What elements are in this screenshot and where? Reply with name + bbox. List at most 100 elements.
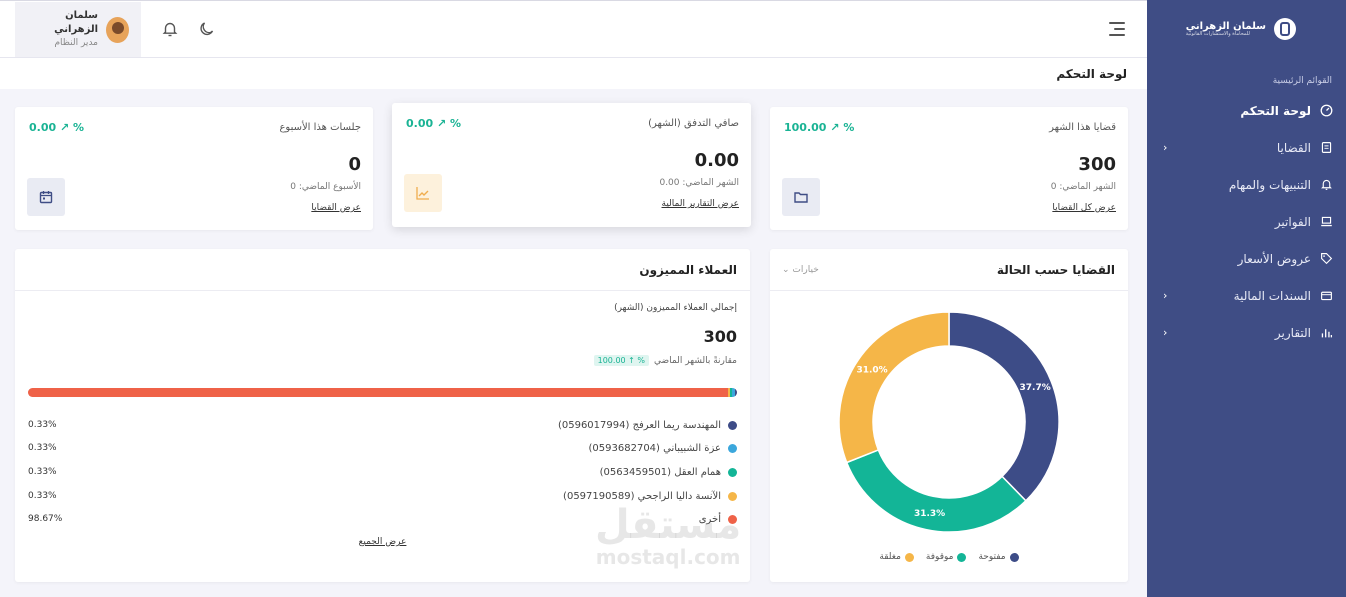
sidebar-item-cases[interactable]: القضايا ‹ (1147, 129, 1346, 166)
main-menu: لوحة التحكم القضايا ‹ التنبيهات والمهام … (1147, 92, 1346, 351)
sidebar-item-label: القضايا (1276, 140, 1311, 155)
progress-segment-0 (734, 388, 737, 397)
sidebar-item-vouchers[interactable]: السندات المالية ‹ (1147, 277, 1346, 314)
client-percent: 0.33% (28, 491, 57, 501)
user-name: سلمان الزهراني (54, 10, 98, 36)
comparison-text: مقارنةً بالشهر الماضي (654, 355, 737, 366)
sidebar-item-label: الفواتير (1274, 214, 1311, 229)
progress-segment-3 (727, 388, 731, 397)
stat-label: صافي التدفق (الشهر) (648, 118, 739, 129)
chart-legend: مفتوحة موقوفة مغلقة (770, 552, 1128, 562)
view-cases-link[interactable]: عرض القضايا (311, 203, 361, 213)
legend-item[interactable]: موقوفة (926, 552, 967, 562)
stat-label: جلسات هذا الأسبوع (279, 122, 361, 133)
stat-change: 0.00 ↗ % (29, 121, 85, 134)
sidebar: سلمان الزهراني للمحاماة والاستشارات القا… (1147, 0, 1346, 597)
calendar-icon (27, 178, 65, 216)
stat-previous: الأسبوع الماضي: 0 (290, 182, 361, 192)
slice-label-0: 37.7% (1020, 383, 1051, 393)
featured-clients-card: العملاء المميزون إجمالي العملاء المميزون… (15, 249, 750, 582)
options-dropdown[interactable]: خيارات ⌄ (782, 265, 819, 275)
list-item[interactable]: المهندسة ريما العرفج (0596017994) 0.33% (28, 417, 737, 433)
chevron-icon: ‹ (1163, 326, 1168, 339)
stat-value: 300 (1078, 154, 1116, 175)
avatar (106, 16, 129, 43)
legend-item[interactable]: مغلقة (879, 552, 914, 562)
pie-slice-2[interactable] (838, 311, 950, 464)
stat-card-cases: قضايا هذا الشهر 100.00 ↗ % 300 الشهر الم… (770, 107, 1128, 230)
legend-label: مفتوحة (978, 552, 1006, 562)
view-financial-reports-link[interactable]: عرض التقارير المالية (662, 199, 739, 209)
status-donut-chart: 37.7% 31.3% 31.0% (838, 311, 1060, 533)
sidebar-item-alerts[interactable]: التنبيهات والمهام (1147, 166, 1346, 203)
clients-progress-bar (28, 388, 737, 397)
sidebar-item-invoices[interactable]: الفواتير (1147, 203, 1346, 240)
gauge-icon (1319, 104, 1333, 118)
client-percent: 0.33% (28, 443, 57, 453)
menu-section-title: القوائم الرئيسية (1272, 76, 1332, 86)
client-name: عزة الشبيباني (0593682704) (588, 442, 721, 454)
chevron-icon: ‹ (1163, 289, 1168, 302)
tag-icon (1319, 252, 1333, 266)
laptop-icon (1319, 215, 1333, 229)
chevron-down-icon: ⌄ (782, 264, 790, 275)
client-name: المهندسة ريما العرفج (0596017994) (557, 419, 721, 431)
sidebar-item-label: السندات المالية (1233, 288, 1311, 303)
slice-label-1: 31.3% (914, 509, 945, 519)
menu-toggle-icon[interactable] (1109, 22, 1125, 40)
list-item[interactable]: همام العقل (0563459501) 0.33% (28, 464, 737, 480)
pie-slice-0[interactable] (948, 311, 1060, 502)
page-title: لوحة التحكم (0, 58, 1147, 89)
moon-icon[interactable] (198, 20, 216, 38)
stat-value: 0.00 (694, 150, 739, 171)
brand[interactable]: سلمان الزهراني للمحاماة والاستشارات القا… (1147, 0, 1346, 58)
cases-by-status-card: القضايا حسب الحالة خيارات ⌄ 37.7% 31.3% 31… (770, 249, 1128, 582)
user-menu[interactable]: سلمان الزهراني مدير النظام (15, 2, 141, 57)
client-percent: 0.33% (28, 420, 57, 430)
options-label: خيارات (792, 264, 819, 275)
topbar: سلمان الزهراني مدير النظام (0, 0, 1147, 58)
list-item[interactable]: الآنسة داليا الراجحي (0597190589) 0.33% (28, 488, 737, 504)
sidebar-item-label: لوحة التحكم (1240, 103, 1311, 118)
progress-segment-4 (28, 388, 728, 397)
legend-label: مغلقة (879, 552, 901, 562)
sidebar-item-reports[interactable]: التقارير ‹ (1147, 314, 1346, 351)
bar-chart-icon (1319, 326, 1333, 340)
pie-slice-1[interactable] (845, 449, 1027, 533)
bell-icon (1319, 178, 1333, 192)
legend-label: موقوفة (925, 552, 954, 562)
progress-segment-1 (732, 388, 735, 397)
folder-icon (782, 178, 820, 216)
sidebar-item-quotes[interactable]: عروض الأسعار (1147, 240, 1346, 277)
progress-segment-2 (730, 388, 733, 397)
stat-label: قضايا هذا الشهر (1049, 122, 1116, 133)
document-icon (1319, 141, 1333, 155)
list-item[interactable]: أخرى 98.67% (28, 511, 737, 527)
clients-subtitle: إجمالي العملاء المميزون (الشهر) (614, 303, 737, 313)
bell-icon[interactable] (161, 20, 179, 38)
stat-value: 0 (348, 154, 361, 175)
chevron-icon: ‹ (1163, 141, 1168, 154)
legend-item[interactable]: مفتوحة (978, 552, 1019, 562)
stat-card-cashflow: صافي التدفق (الشهر) 0.00 ↗ % 0.00 الشهر … (392, 103, 751, 227)
line-chart-icon (404, 174, 442, 212)
user-role: مدير النظام (54, 38, 98, 49)
slice-label-2: 31.0% (856, 366, 887, 376)
stat-change: 100.00 ↗ % (784, 121, 855, 134)
client-name: همام العقل (0563459501) (599, 466, 721, 478)
sidebar-item-dashboard[interactable]: لوحة التحكم (1147, 92, 1346, 129)
brand-logo (1274, 18, 1296, 40)
view-all-cases-link[interactable]: عرض كل القضايا (1052, 203, 1116, 213)
sidebar-item-label: عروض الأسعار (1237, 251, 1311, 266)
card-title: العملاء المميزون (639, 262, 737, 277)
wallet-icon (1319, 289, 1333, 303)
client-name: الآنسة داليا الراجحي (0597190589) (563, 490, 721, 502)
change-badge: 100.00 ↑ % (593, 355, 650, 366)
view-all-link[interactable]: عرض الجميع (15, 537, 750, 547)
client-percent: 98.67% (28, 514, 63, 524)
client-name: أخرى (698, 513, 721, 525)
stat-card-sessions: جلسات هذا الأسبوع 0.00 ↗ % 0 الأسبوع الم… (15, 107, 373, 230)
stat-previous: الشهر الماضي: 0 (1050, 182, 1116, 192)
sidebar-item-label: التقارير (1274, 325, 1311, 340)
list-item[interactable]: عزة الشبيباني (0593682704) 0.33% (28, 440, 737, 456)
